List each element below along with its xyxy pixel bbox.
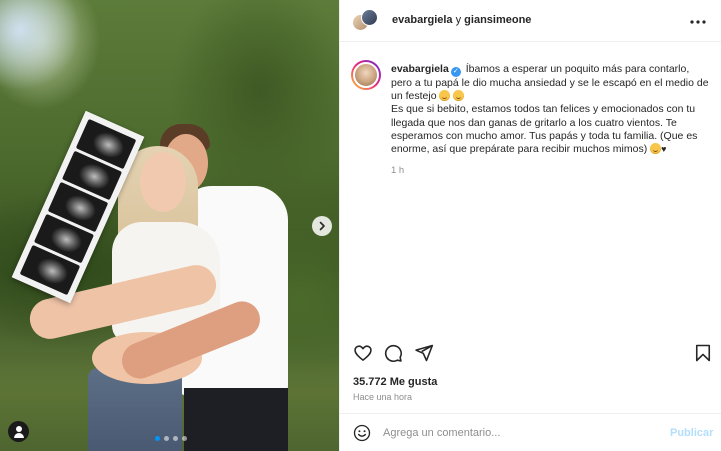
share-send-icon[interactable] bbox=[414, 343, 434, 363]
heart-emoji-icon: ♥ bbox=[661, 144, 667, 155]
publish-button[interactable]: Publicar bbox=[670, 427, 713, 439]
carousel-dots bbox=[155, 436, 187, 441]
user-tag-body bbox=[13, 433, 24, 438]
caption-text: evabargiela ✓ Íbamos a esperar un poquito… bbox=[391, 63, 711, 156]
more-dots-glyph bbox=[690, 20, 706, 24]
post-panel: evabargiela y giansimeone evabargiela ✓ Í… bbox=[339, 0, 721, 451]
likes-count[interactable]: 35.772 Me gusta bbox=[353, 376, 437, 388]
carousel-dot bbox=[173, 436, 178, 441]
caption-avatar[interactable] bbox=[351, 60, 381, 90]
user-tag-icon[interactable] bbox=[8, 421, 29, 442]
post-photo[interactable] bbox=[0, 0, 339, 451]
username-link[interactable]: giansimeone bbox=[464, 14, 531, 26]
username-link[interactable]: evabargiela bbox=[392, 14, 453, 26]
collab-connector: y bbox=[452, 14, 465, 26]
action-bar bbox=[340, 340, 721, 366]
carousel-dot bbox=[155, 436, 160, 441]
like-heart-icon[interactable] bbox=[353, 343, 373, 363]
laughing-emoji-icon bbox=[439, 90, 451, 102]
comment-bar: Publicar bbox=[340, 413, 721, 451]
caption-timestamp: 1 h bbox=[391, 165, 405, 176]
caption-username[interactable]: evabargiela bbox=[391, 63, 449, 75]
carousel-dot bbox=[182, 436, 187, 441]
comment-icon[interactable] bbox=[383, 343, 403, 363]
post-timestamp[interactable]: Hace una hora bbox=[353, 392, 412, 402]
likes-label: Me gusta bbox=[389, 376, 438, 388]
comment-input[interactable] bbox=[383, 425, 643, 441]
post-header: evabargiela y giansimeone bbox=[340, 0, 721, 42]
likes-number: 35.772 bbox=[353, 376, 387, 388]
collab-avatars[interactable] bbox=[352, 9, 378, 35]
chevron-right-icon-glyph bbox=[319, 221, 325, 231]
more-horizontal-icon[interactable] bbox=[690, 12, 706, 28]
emoji-picker-icon[interactable] bbox=[353, 424, 371, 442]
man-pants bbox=[184, 388, 288, 451]
user-tag-head bbox=[15, 426, 22, 432]
avatar bbox=[353, 62, 379, 88]
verified-badge-icon: ✓ bbox=[450, 67, 461, 77]
bookmark-icon[interactable] bbox=[693, 343, 713, 363]
smiling-emoji-icon bbox=[650, 143, 662, 155]
avatar bbox=[361, 9, 378, 26]
laughing-emoji-icon bbox=[453, 90, 465, 102]
woman-face bbox=[140, 152, 186, 212]
chevron-right-icon[interactable] bbox=[312, 216, 332, 236]
photo-sky bbox=[0, 0, 110, 120]
carousel-dot bbox=[164, 436, 169, 441]
collab-usernames: evabargiela y giansimeone bbox=[392, 14, 531, 26]
